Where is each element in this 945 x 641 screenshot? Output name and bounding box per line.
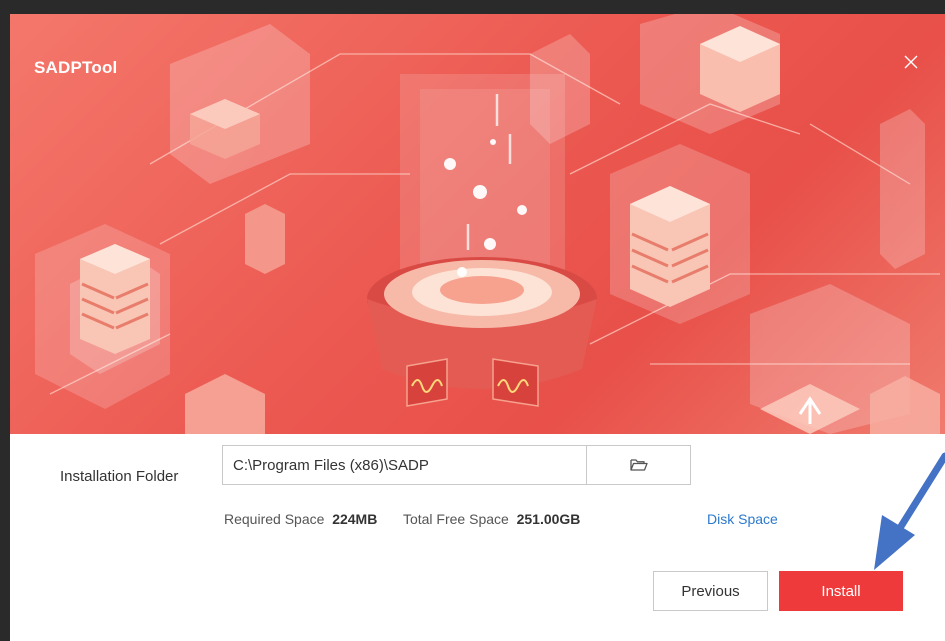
installation-folder-input[interactable] bbox=[222, 445, 586, 485]
folder-open-icon bbox=[629, 459, 648, 471]
hero-banner: SADPTool bbox=[10, 14, 945, 434]
browse-folder-button[interactable] bbox=[586, 445, 691, 485]
close-button[interactable] bbox=[903, 54, 929, 80]
disk-space-link[interactable]: Disk Space bbox=[707, 511, 778, 527]
close-icon bbox=[904, 55, 918, 69]
free-space-label: Total Free Space bbox=[402, 511, 509, 527]
free-space-value: 251.00GB bbox=[516, 511, 581, 527]
space-info: Required Space 224MB Total Free Space 25… bbox=[224, 511, 580, 527]
previous-button[interactable]: Previous bbox=[653, 571, 768, 611]
banner-illustration bbox=[35, 14, 940, 434]
install-button[interactable]: Install bbox=[779, 571, 903, 611]
required-space-label: Required Space bbox=[224, 511, 325, 527]
installer-window: SADPTool Installation Folder Required Sp… bbox=[10, 14, 945, 641]
installation-folder-label: Installation Folder bbox=[60, 468, 179, 485]
app-title: SADPTool bbox=[34, 58, 118, 77]
required-space-value: 224MB bbox=[332, 511, 378, 527]
